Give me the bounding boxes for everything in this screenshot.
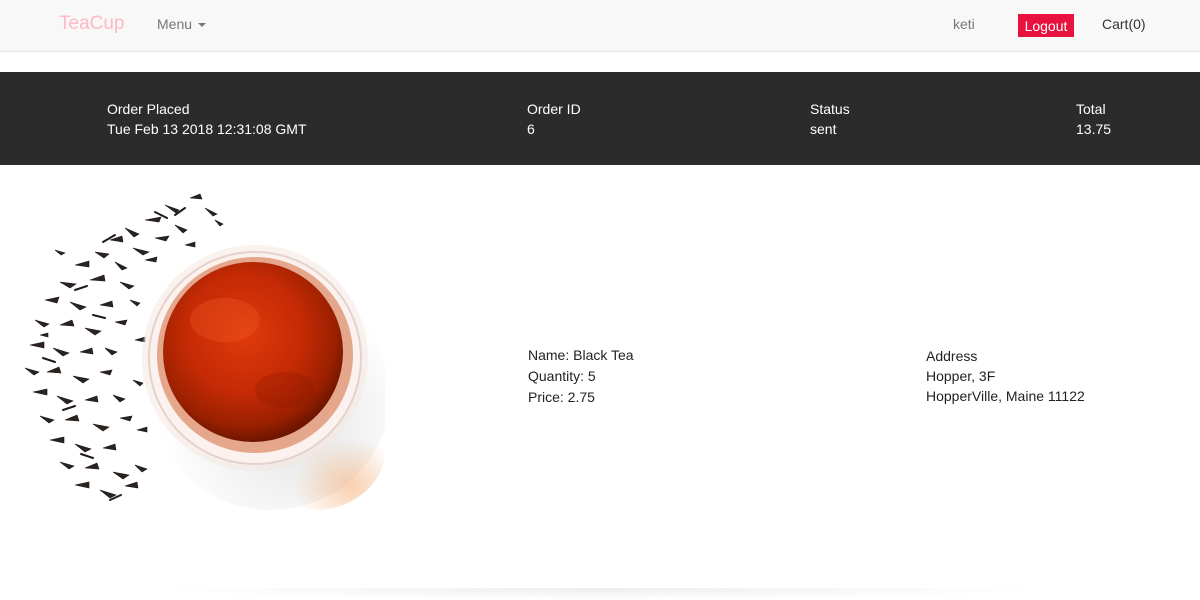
caret-down-icon (198, 23, 207, 27)
item-details: Name: Black Tea Quantity: 5 Price: 2.75 (528, 345, 634, 408)
footer-shadow (150, 588, 1050, 600)
address-line-1: Hopper, 3F (926, 368, 996, 384)
logout-button[interactable]: Logout (1018, 14, 1074, 37)
order-id-label: Order ID (527, 101, 581, 117)
item-name: Name: Black Tea (528, 347, 634, 363)
shipping-address: Address Hopper, 3F HopperVille, Maine 11… (926, 346, 1085, 406)
order-total: Total 13.75 (1076, 99, 1111, 139)
order-placed: Order Placed Tue Feb 13 2018 12:31:08 GM… (107, 99, 307, 139)
order-status-value: sent (810, 121, 837, 137)
menu-dropdown[interactable]: Menu (157, 16, 207, 32)
order-id-value: 6 (527, 121, 535, 137)
order-total-value: 13.75 (1076, 121, 1112, 137)
order-id: Order ID 6 (527, 99, 581, 139)
order-total-label: Total (1076, 101, 1106, 117)
brand-logo[interactable]: TeaCup (59, 13, 125, 35)
black-tea-cup-image (15, 190, 390, 530)
address-line-2: HopperVille, Maine 11122 (926, 388, 1085, 404)
order-status: Status sent (810, 99, 850, 139)
menu-label: Menu (157, 16, 193, 32)
order-summary-bar: Order Placed Tue Feb 13 2018 12:31:08 GM… (0, 72, 1200, 165)
cart-link[interactable]: Cart(0) (1102, 16, 1146, 32)
item-quantity: Quantity: 5 (528, 368, 596, 384)
item-price: Price: 2.75 (528, 389, 595, 405)
address-label: Address (926, 348, 978, 364)
username: keti (953, 16, 975, 32)
order-status-label: Status (810, 101, 850, 117)
navbar: TeaCup Menu keti Logout Cart(0) (0, 0, 1200, 52)
order-placed-value: Tue Feb 13 2018 12:31:08 GMT (107, 121, 307, 137)
order-placed-label: Order Placed (107, 101, 190, 117)
